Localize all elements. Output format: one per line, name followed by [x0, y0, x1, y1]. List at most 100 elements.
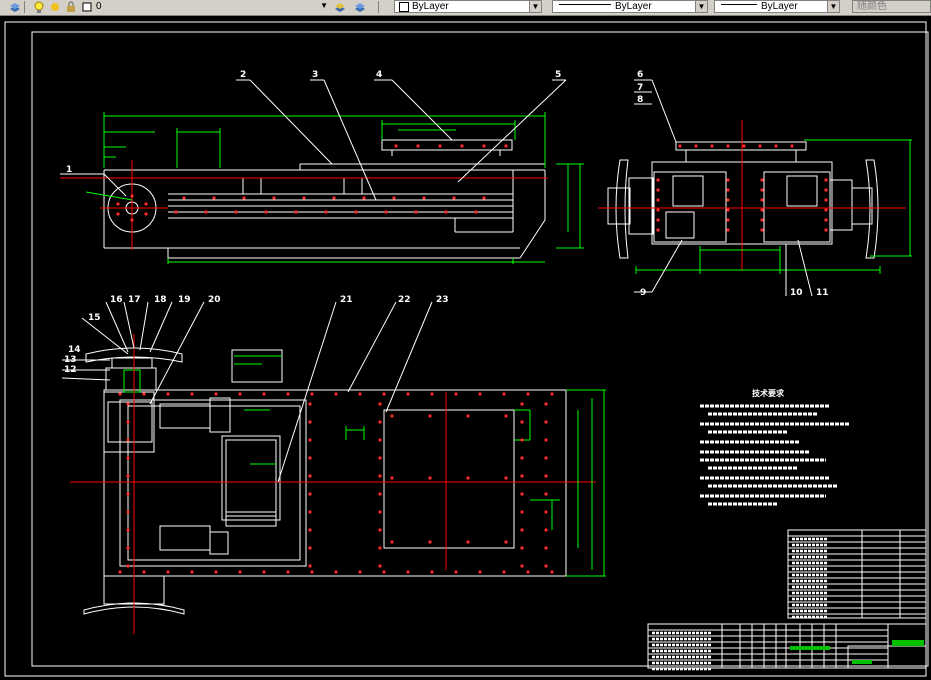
bolt-hole — [378, 420, 382, 424]
layer-dropdown-arrow-icon[interactable]: ▼ — [320, 1, 328, 10]
bolt-hole — [308, 420, 312, 424]
bolt-hole — [656, 228, 660, 232]
lock-icon[interactable] — [64, 0, 78, 14]
callout-number: 15 — [88, 313, 101, 323]
bolt-hole — [710, 144, 714, 148]
color-swatch-icon — [399, 2, 409, 12]
bolt-hole — [726, 208, 730, 212]
bolt-hole — [130, 218, 134, 222]
bolt-hole — [656, 178, 660, 182]
bolt-hole — [126, 474, 130, 478]
linetype-dropdown-arrow-icon[interactable]: ▼ — [695, 1, 707, 12]
callout-number: 7 — [637, 83, 643, 93]
bolt-hole — [308, 564, 312, 568]
lightbulb-icon[interactable] — [32, 0, 46, 14]
bolt-hole — [144, 212, 148, 216]
lineweight-dropdown-arrow-icon[interactable]: ▼ — [827, 1, 839, 12]
bolt-hole — [234, 210, 238, 214]
technical-notes: 技术要求 — [700, 388, 850, 506]
layer-previous-icon[interactable] — [353, 0, 367, 14]
bolt-hole — [520, 420, 524, 424]
bolt-hole — [378, 402, 382, 406]
bolt-hole — [694, 144, 698, 148]
callout-number: 21 — [340, 295, 353, 305]
sun-icon[interactable] — [48, 0, 62, 14]
bolt-hole — [824, 228, 828, 232]
bolt-hole — [308, 546, 312, 550]
bolt-hole — [238, 392, 242, 396]
bolt-hole — [406, 392, 410, 396]
bolt-hole — [504, 414, 508, 418]
bolt-hole — [126, 510, 130, 514]
bolt-hole — [126, 456, 130, 460]
bolt-hole — [204, 210, 208, 214]
bolt-hole — [428, 414, 432, 418]
callout-number: 12 — [64, 365, 77, 375]
bolt-hole — [422, 196, 426, 200]
bolt-hole — [354, 210, 358, 214]
bolt-hole — [504, 540, 508, 544]
callout-number: 10 — [790, 288, 803, 298]
bolt-hole — [190, 392, 194, 396]
bolt-hole — [656, 198, 660, 202]
bolt-hole — [166, 570, 170, 574]
bolt-hole — [392, 196, 396, 200]
bolt-hole — [504, 476, 508, 480]
bolt-hole — [332, 196, 336, 200]
callout-number: 19 — [178, 295, 191, 305]
lineweight-value: ByLayer — [761, 1, 798, 12]
bolt-hole — [308, 510, 312, 514]
make-layer-current-icon[interactable] — [333, 0, 347, 14]
callout-number: 20 — [208, 295, 221, 305]
bolt-hole — [334, 392, 338, 396]
drawing-canvas[interactable]: 12 3 4 5 6789 10 111213141516 17 18 19 20 21 22 23 技术… — [0, 15, 931, 680]
bolt-hole — [406, 570, 410, 574]
bolt-hole — [378, 564, 382, 568]
bolt-hole — [310, 392, 314, 396]
bolt-hole — [520, 474, 524, 478]
color-control[interactable]: ByLayer ▼ — [394, 0, 542, 13]
bolt-hole — [438, 144, 442, 148]
bolt-hole — [520, 510, 524, 514]
bolt-hole — [726, 198, 730, 202]
bolt-hole — [544, 528, 548, 532]
bolt-hole — [116, 212, 120, 216]
bolt-hole — [526, 392, 530, 396]
callout-number: 16 — [110, 295, 123, 305]
bolt-hole — [760, 208, 764, 212]
layer-manager-icon[interactable] — [8, 0, 22, 14]
bolt-hole — [166, 392, 170, 396]
bolt-hole — [482, 144, 486, 148]
linetype-control[interactable]: ByLayer ▼ — [552, 0, 708, 13]
bolt-hole — [118, 392, 122, 396]
layer-control[interactable]: 0 ▼ — [28, 0, 328, 14]
color-value: ByLayer — [412, 1, 449, 12]
bolt-hole — [382, 570, 386, 574]
lineweight-control[interactable]: ByLayer ▼ — [714, 0, 840, 13]
bolt-hole — [308, 402, 312, 406]
bolt-hole — [656, 208, 660, 212]
plotstyle-control: 随颜色 — [852, 0, 931, 13]
bolt-hole — [478, 392, 482, 396]
bolt-hole — [466, 540, 470, 544]
color-dropdown-arrow-icon[interactable]: ▼ — [529, 1, 541, 12]
layer-color-swatch-icon[interactable] — [80, 0, 94, 14]
bolt-hole — [362, 196, 366, 200]
callout-number: 22 — [398, 295, 411, 305]
bolt-hole — [824, 198, 828, 202]
bolt-hole — [760, 228, 764, 232]
bolt-hole — [824, 188, 828, 192]
bolt-hole — [126, 492, 130, 496]
bolt-hole — [262, 570, 266, 574]
bolt-hole — [678, 144, 682, 148]
current-layer-name: 0 — [96, 1, 102, 12]
bolt-hole — [286, 570, 290, 574]
bolt-hole — [460, 144, 464, 148]
bolt-hole — [544, 510, 548, 514]
bolt-hole — [308, 492, 312, 496]
bolt-hole — [264, 210, 268, 214]
bolt-hole — [144, 202, 148, 206]
bolt-hole — [520, 546, 524, 550]
bolt-hole — [430, 392, 434, 396]
bolt-hole — [428, 476, 432, 480]
